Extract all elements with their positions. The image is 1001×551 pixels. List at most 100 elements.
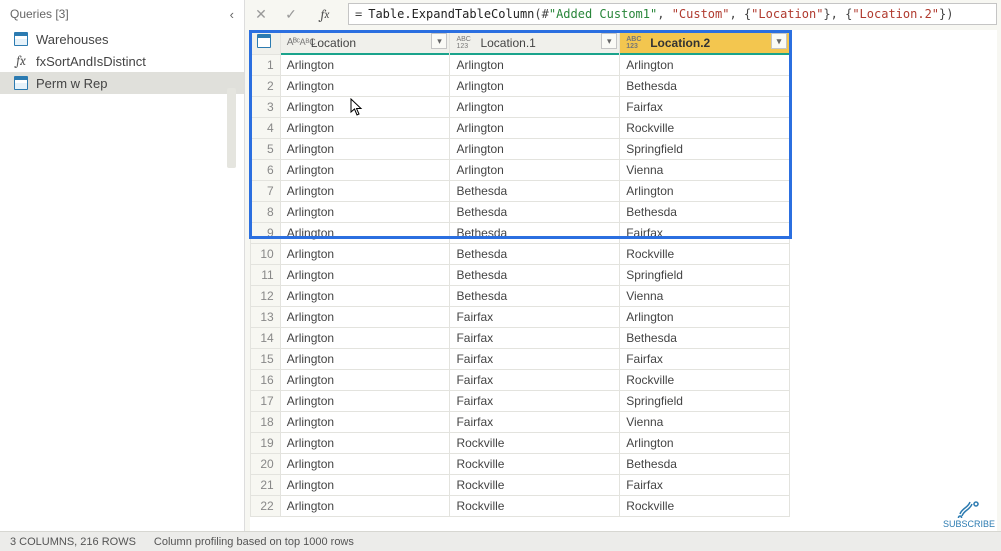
table-row[interactable]: 11ArlingtonBethesdaSpringfield <box>251 265 790 286</box>
column-header-location-2[interactable]: ABC123Location.2▾ <box>620 31 790 55</box>
cell[interactable]: Arlington <box>280 55 450 76</box>
row-number[interactable]: 14 <box>251 328 281 349</box>
table-row[interactable]: 16ArlingtonFairfaxRockville <box>251 370 790 391</box>
column-header-location-1[interactable]: ABC123Location.1▾ <box>450 31 620 55</box>
cell[interactable]: Bethesda <box>450 244 620 265</box>
cell[interactable]: Rockville <box>620 118 790 139</box>
commit-formula-icon[interactable]: ✓ <box>280 4 302 24</box>
row-number[interactable]: 13 <box>251 307 281 328</box>
table-row[interactable]: 9ArlingtonBethesdaFairfax <box>251 223 790 244</box>
row-number[interactable]: 4 <box>251 118 281 139</box>
cell[interactable]: Arlington <box>280 286 450 307</box>
table-row[interactable]: 22ArlingtonRockvilleRockville <box>251 496 790 517</box>
table-row[interactable]: 2ArlingtonArlingtonBethesda <box>251 76 790 97</box>
cell[interactable]: Arlington <box>450 55 620 76</box>
column-filter-dropdown-icon[interactable]: ▾ <box>771 33 787 49</box>
cell[interactable]: Bethesda <box>620 454 790 475</box>
cell[interactable]: Arlington <box>620 55 790 76</box>
cell[interactable]: Vienna <box>620 160 790 181</box>
cell[interactable]: Fairfax <box>450 349 620 370</box>
cell[interactable]: Arlington <box>280 454 450 475</box>
cell[interactable]: Arlington <box>280 118 450 139</box>
cell[interactable]: Bethesda <box>450 286 620 307</box>
row-number[interactable]: 10 <box>251 244 281 265</box>
column-header-location[interactable]: AᴮCLocation▾ <box>280 31 450 55</box>
cell[interactable]: Arlington <box>620 181 790 202</box>
row-number[interactable]: 6 <box>251 160 281 181</box>
cell[interactable]: Arlington <box>280 160 450 181</box>
cancel-formula-icon[interactable]: ✕ <box>250 4 272 24</box>
cell[interactable]: Arlington <box>450 139 620 160</box>
cell[interactable]: Fairfax <box>620 349 790 370</box>
cell[interactable]: Arlington <box>280 181 450 202</box>
cell[interactable]: Fairfax <box>620 223 790 244</box>
table-row[interactable]: 15ArlingtonFairfaxFairfax <box>251 349 790 370</box>
cell[interactable]: Rockville <box>620 244 790 265</box>
row-number[interactable]: 12 <box>251 286 281 307</box>
cell[interactable]: Arlington <box>280 76 450 97</box>
row-number[interactable]: 1 <box>251 55 281 76</box>
row-number[interactable]: 22 <box>251 496 281 517</box>
table-row[interactable]: 1ArlingtonArlingtonArlington <box>251 55 790 76</box>
cell[interactable]: Arlington <box>280 244 450 265</box>
row-number[interactable]: 8 <box>251 202 281 223</box>
cell[interactable]: Bethesda <box>450 202 620 223</box>
collapse-queries-icon[interactable]: ‹ <box>230 7 234 22</box>
cell[interactable]: Arlington <box>280 496 450 517</box>
table-row[interactable]: 4ArlingtonArlingtonRockville <box>251 118 790 139</box>
cell[interactable]: Bethesda <box>620 328 790 349</box>
cell[interactable]: Springfield <box>620 139 790 160</box>
cell[interactable]: Fairfax <box>450 307 620 328</box>
table-row[interactable]: 3ArlingtonArlingtonFairfax <box>251 97 790 118</box>
cell[interactable]: Vienna <box>620 286 790 307</box>
column-filter-dropdown-icon[interactable]: ▾ <box>431 33 447 49</box>
cell[interactable]: Arlington <box>280 328 450 349</box>
cell[interactable]: Arlington <box>280 202 450 223</box>
any-type-icon[interactable]: ABC123 <box>456 36 476 50</box>
cell[interactable]: Arlington <box>280 139 450 160</box>
column-filter-dropdown-icon[interactable]: ▾ <box>601 33 617 49</box>
cell[interactable]: Arlington <box>280 223 450 244</box>
cell[interactable]: Arlington <box>280 307 450 328</box>
cell[interactable]: Vienna <box>620 412 790 433</box>
cell[interactable]: Fairfax <box>450 370 620 391</box>
cell[interactable]: Bethesda <box>620 76 790 97</box>
cell[interactable]: Arlington <box>280 475 450 496</box>
cell[interactable]: Arlington <box>450 76 620 97</box>
cell[interactable]: Arlington <box>450 160 620 181</box>
cell[interactable]: Rockville <box>450 454 620 475</box>
table-row[interactable]: 14ArlingtonFairfaxBethesda <box>251 328 790 349</box>
cell[interactable]: Arlington <box>280 349 450 370</box>
cell[interactable]: Arlington <box>280 391 450 412</box>
row-number[interactable]: 18 <box>251 412 281 433</box>
query-item-fxsortandisdistinct[interactable]: fxfxSortAndIsDistinct <box>0 50 244 72</box>
cell[interactable]: Fairfax <box>450 412 620 433</box>
cell[interactable]: Arlington <box>280 370 450 391</box>
row-number[interactable]: 19 <box>251 433 281 454</box>
cell[interactable]: Arlington <box>280 433 450 454</box>
cell[interactable]: Fairfax <box>450 391 620 412</box>
query-item-perm-w-rep[interactable]: Perm w Rep <box>0 72 244 94</box>
row-number[interactable]: 16 <box>251 370 281 391</box>
cell[interactable]: Bethesda <box>620 202 790 223</box>
row-number[interactable]: 17 <box>251 391 281 412</box>
cell[interactable]: Arlington <box>450 97 620 118</box>
row-number[interactable]: 21 <box>251 475 281 496</box>
table-row[interactable]: 18ArlingtonFairfaxVienna <box>251 412 790 433</box>
fx-icon[interactable]: fx <box>310 4 340 24</box>
cell[interactable]: Rockville <box>450 496 620 517</box>
row-number[interactable]: 5 <box>251 139 281 160</box>
cell[interactable]: Rockville <box>620 496 790 517</box>
cell[interactable]: Rockville <box>620 370 790 391</box>
table-row[interactable]: 13ArlingtonFairfaxArlington <box>251 307 790 328</box>
row-number[interactable]: 9 <box>251 223 281 244</box>
text-type-icon[interactable]: AᴮC <box>287 37 307 48</box>
cell[interactable]: Bethesda <box>450 265 620 286</box>
query-item-warehouses[interactable]: Warehouses <box>0 28 244 50</box>
any-type-icon[interactable]: ABC123 <box>626 36 646 50</box>
table-row[interactable]: 5ArlingtonArlingtonSpringfield <box>251 139 790 160</box>
table-row[interactable]: 20ArlingtonRockvilleBethesda <box>251 454 790 475</box>
table-row[interactable]: 21ArlingtonRockvilleFairfax <box>251 475 790 496</box>
cell[interactable]: Arlington <box>620 307 790 328</box>
row-number[interactable]: 7 <box>251 181 281 202</box>
